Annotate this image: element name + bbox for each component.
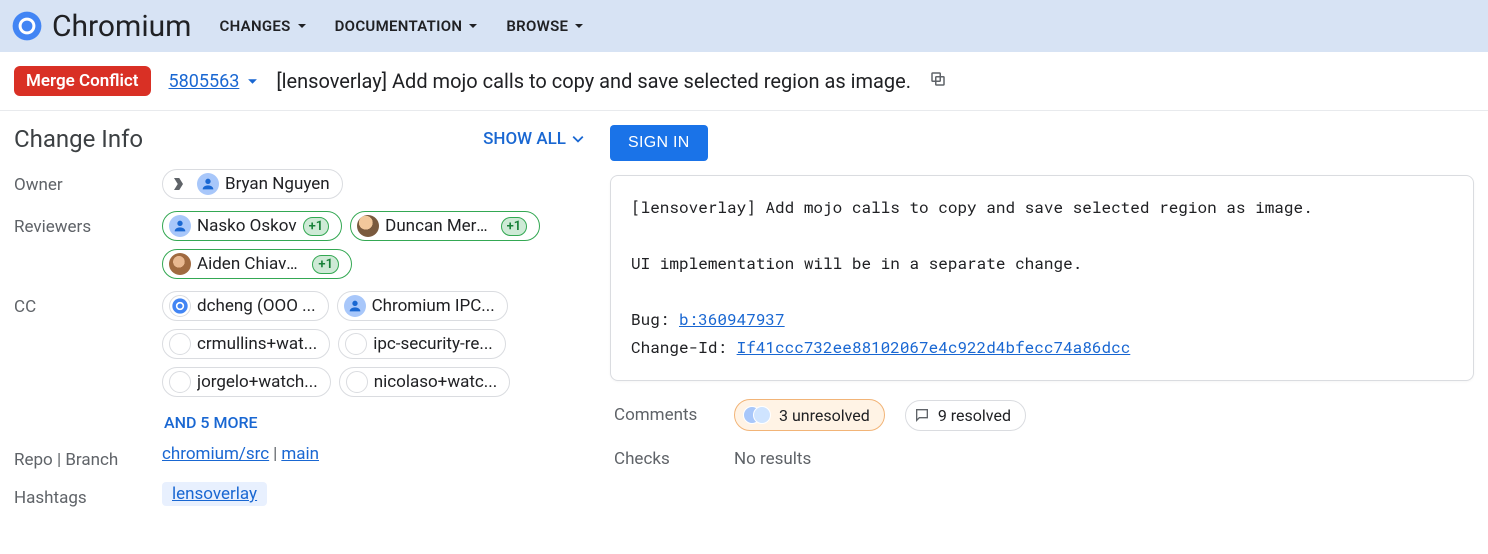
vote-badge: +1 <box>303 217 330 236</box>
empty-avatar-icon <box>345 333 367 355</box>
chevron-down-icon <box>572 133 584 145</box>
comments-label: Comments <box>614 405 714 425</box>
show-all-button[interactable]: SHOW ALL <box>483 129 584 149</box>
caret-down-icon <box>247 76 258 87</box>
change-title: [lensoverlay] Add mojo calls to copy and… <box>276 69 911 93</box>
reviewer-chip[interactable]: Duncan Mercer +1 <box>350 211 540 241</box>
cc-label: CC <box>14 291 154 317</box>
chromium-logo-icon <box>169 295 191 317</box>
cc-chip[interactable]: ipc-security-re... <box>338 329 506 359</box>
cc-chip[interactable]: Chromium IPC... <box>337 291 508 321</box>
change-info-title: Change Info <box>14 125 143 153</box>
change-subheader: Merge Conflict 5805563 [lensoverlay] Add… <box>0 52 1488 111</box>
owner-chip[interactable]: Bryan Nguyen <box>162 169 343 199</box>
nav-documentation[interactable]: DOCUMENTATION <box>335 17 479 35</box>
avatar-photo <box>357 215 379 237</box>
main-content: Change Info SHOW ALL Owner Bryan Nguyen <box>0 111 1488 554</box>
repo-branch-row: Repo | Branch chromium/src | main <box>14 438 584 476</box>
merge-conflict-badge: Merge Conflict <box>14 66 151 96</box>
changeid-link[interactable]: If41ccc732ee88102067e4c922d4bfecc74a86dc… <box>737 337 1131 358</box>
hashtags-label: Hashtags <box>14 482 154 508</box>
avatar-photo <box>169 253 191 275</box>
vote-badge: +1 <box>312 255 339 274</box>
owner-name: Bryan Nguyen <box>225 174 330 194</box>
top-nav: Chromium CHANGES DOCUMENTATION BROWSE <box>0 0 1488 52</box>
copy-icon[interactable] <box>929 70 947 92</box>
owner-label: Owner <box>14 169 154 195</box>
commit-body: UI implementation will be in a separate … <box>631 253 1082 274</box>
brand[interactable]: Chromium <box>12 9 191 44</box>
checks-value: No results <box>734 449 811 469</box>
resolved-comments-pill[interactable]: 9 resolved <box>905 400 1026 431</box>
caret-down-icon <box>468 21 478 31</box>
comments-row: Comments 3 unresolved 9 resolved <box>610 381 1474 431</box>
cc-chip[interactable]: jorgelo+watch... <box>162 367 331 397</box>
vote-badge: +1 <box>501 217 528 236</box>
reviewer-chip[interactable]: Aiden Chiavatti +1 <box>162 249 352 279</box>
checks-row: Checks No results <box>610 431 1474 469</box>
person-icon <box>344 295 366 317</box>
cc-row: CC dcheng (OOO ... Chromium IPC... cr <box>14 285 584 438</box>
empty-avatar-icon <box>169 371 191 393</box>
unresolved-comments-pill[interactable]: 3 unresolved <box>734 399 885 431</box>
empty-avatar-icon <box>346 371 368 393</box>
repo-link[interactable]: chromium/src <box>162 444 269 464</box>
change-number-dropdown[interactable]: 5805563 <box>169 71 259 92</box>
brand-text: Chromium <box>52 9 191 44</box>
cc-chip[interactable]: crmullins+wat... <box>162 329 330 359</box>
owner-row: Owner Bryan Nguyen <box>14 163 584 205</box>
reviewer-chip[interactable]: Nasko Oskov +1 <box>162 211 342 241</box>
reviewers-row: Reviewers Nasko Oskov +1 Duncan Mercer +… <box>14 205 584 285</box>
bug-label: Bug: <box>631 309 679 330</box>
cc-chip[interactable]: dcheng (OOO ... <box>162 291 329 321</box>
hashtag-chip[interactable]: lensoverlay <box>162 482 267 506</box>
person-icon <box>169 215 191 237</box>
caret-down-icon <box>297 21 307 31</box>
nav-changes[interactable]: CHANGES <box>219 17 306 35</box>
person-icon <box>197 173 219 195</box>
empty-avatar-icon <box>169 333 191 355</box>
chromium-logo-icon <box>12 11 42 41</box>
cc-and-more[interactable]: AND 5 MORE <box>162 413 258 432</box>
commit-subject: [lensoverlay] Add mojo calls to copy and… <box>631 197 1313 218</box>
repo-branch-label: Repo | Branch <box>14 444 154 470</box>
reviewers-label: Reviewers <box>14 211 154 237</box>
caret-down-icon <box>574 21 584 31</box>
change-info-panel: Change Info SHOW ALL Owner Bryan Nguyen <box>14 125 584 514</box>
change-detail-panel: SIGN IN [lensoverlay] Add mojo calls to … <box>610 125 1474 469</box>
branch-link[interactable]: main <box>281 444 319 464</box>
nav-browse[interactable]: BROWSE <box>506 17 584 35</box>
checks-label: Checks <box>614 449 714 469</box>
attention-icon <box>169 173 191 195</box>
changeid-label: Change-Id: <box>631 337 737 358</box>
sign-in-button[interactable]: SIGN IN <box>610 125 708 161</box>
hashtags-row: Hashtags lensoverlay <box>14 476 584 514</box>
commit-message-box: [lensoverlay] Add mojo calls to copy and… <box>610 175 1474 381</box>
avatar-stack-icon <box>743 405 771 425</box>
cc-chip[interactable]: nicolaso+watc... <box>339 367 511 397</box>
bug-link[interactable]: b:360947937 <box>679 309 785 330</box>
comment-icon <box>914 407 930 423</box>
